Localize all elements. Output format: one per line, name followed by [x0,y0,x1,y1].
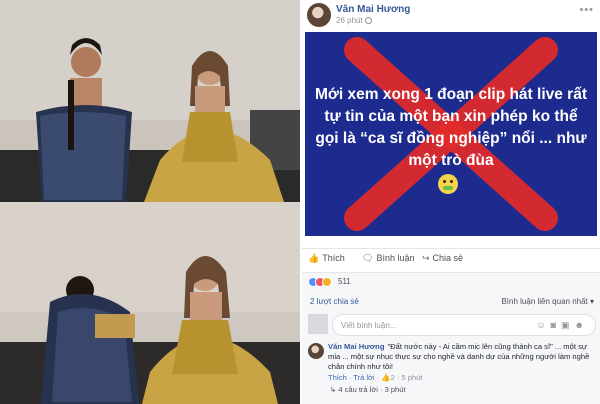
post-timestamp[interactable]: 26 phút [336,16,372,25]
shares-bar: 2 lượt chia sẻ Bình luận liên quan nhất … [302,290,600,310]
like-button[interactable]: 👍 Thích [308,253,345,264]
facebook-post: Văn Mai Hương 26 phút ••• Mới xem xong 1… [302,0,600,404]
post-image-text: Mới xem xong 1 đoạn clip hát live rất tự… [315,86,587,169]
comment-time[interactable]: 5 phút [401,373,422,382]
comment-sort-dropdown[interactable]: Bình luận liên quan nhất ▾ [501,297,594,306]
globe-icon [364,17,372,24]
comment-icon: 🗨 [362,253,374,263]
sticker-icon[interactable]: ☻ [575,320,589,330]
sick-face-emoji-icon [438,174,458,194]
gif-icon[interactable]: ▣ [561,320,575,330]
like-label: Thích [322,253,345,263]
reply-arrow-icon: ↳ [330,385,337,394]
emoji-icon[interactable]: ☺ [536,320,550,330]
comment-placeholder: Viết bình luận... [341,321,397,330]
comment-composer: Viết bình luận... ☺◙▣☻ [302,310,600,340]
comment-react-icon: 👍 [381,373,391,382]
photo-top [0,0,300,202]
post-time-text[interactable]: 26 phút [336,16,363,25]
comment-label: Bình luận [376,253,415,263]
wow-reaction-icon [322,277,332,287]
author-name[interactable]: Văn Mai Hương [336,4,410,15]
share-button[interactable]: ↪ Chia sẻ [422,253,463,264]
replies-time: 3 phút [384,385,406,394]
comment-body: Văn Mai Hương "Đất nước này - Ai cầm mic … [328,342,594,372]
viewer-avatar [308,314,328,334]
comment-item: Văn Mai Hương "Đất nước này - Ai cầm mic … [302,340,600,404]
commenter-name[interactable]: Văn Mai Hương [328,342,384,351]
photo-bottom [0,202,300,404]
reaction-count[interactable]: 511 [338,277,351,286]
share-icon: ↪ [422,253,430,263]
comment-button[interactable]: 🗨 Bình luận [362,253,414,264]
post-image[interactable]: Mới xem xong 1 đoạn clip hát live rất tự… [305,32,597,236]
view-replies-link[interactable]: ↳ 4 câu trả lời · 3 phút [330,385,405,394]
comment-like-link[interactable]: Thích [328,373,347,382]
comment-reply-link[interactable]: Trả lời [353,373,374,382]
post-actions: 👍 Thích 🗨 Bình luận ↪ Chia sẻ [302,248,600,266]
comment-react-count[interactable]: 2 [391,373,395,382]
camera-icon[interactable]: ◙ [551,320,561,330]
more-options-icon[interactable]: ••• [579,4,594,16]
replies-count[interactable]: 4 câu trả lời [338,385,378,394]
reactions-bar[interactable]: 511 [302,272,600,290]
share-label: Chia sẻ [432,253,464,263]
post-header: Văn Mai Hương 26 phút ••• [302,0,600,30]
commenter-avatar[interactable] [308,343,324,359]
share-count-link[interactable]: 2 lượt chia sẻ [310,297,359,306]
thumbs-up-icon: 👍 [308,253,320,263]
comment-input[interactable]: Viết bình luận... ☺◙▣☻ [332,314,596,336]
comment-meta: Thích · Trả lời · 👍2 · 5 phút [328,373,423,382]
author-avatar[interactable] [307,3,331,27]
comment-tools: ☺◙▣☻ [536,320,589,331]
